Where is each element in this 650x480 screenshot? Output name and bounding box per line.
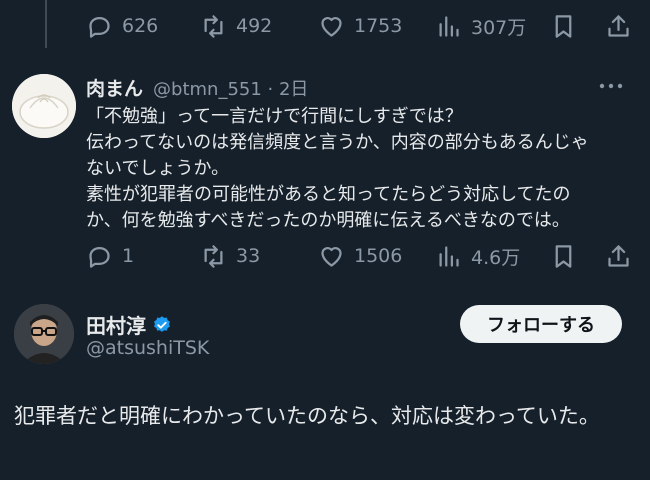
top-action-bar: 626 492 1753 307万 xyxy=(0,6,650,46)
more-options-icon[interactable] xyxy=(598,80,624,92)
share-icon xyxy=(608,244,629,267)
views-bar-chart-icon xyxy=(439,15,459,37)
bookmark-icon xyxy=(555,244,572,268)
reply-icon xyxy=(89,246,110,268)
reply-text-line: 素性が犯罪者の可能性があると知ってたらどう対応してたの xyxy=(86,184,571,205)
views-count: 307万 xyxy=(471,16,527,39)
share-action[interactable] xyxy=(605,6,632,46)
reply-text-line: 伝わってないのは発信頻度と言うか、内容の部分もあるんじゃ xyxy=(86,132,589,153)
avatar[interactable] xyxy=(12,74,76,138)
retweet-icon xyxy=(204,244,223,268)
retweet-icon xyxy=(204,14,223,38)
reply-tweet[interactable]: 肉まん @btmn_551 · 2日 「不勉強」って一言だけで行間にしすぎでは？… xyxy=(0,62,650,242)
like-count: 1506 xyxy=(354,245,403,267)
heart-icon xyxy=(321,246,342,267)
retweet-count: 492 xyxy=(236,15,273,37)
reply-icon xyxy=(89,16,110,38)
heart-icon xyxy=(321,16,342,37)
reply-text-line: か、何を勉強すべきだったのか明確に伝えるべきなのでは。 xyxy=(86,210,570,231)
reply-author-name[interactable]: 肉まん xyxy=(86,74,143,101)
reply-text-line: 「不勉強」って一言だけで行間にしすぎでは？ xyxy=(86,106,463,127)
share-action[interactable] xyxy=(605,236,632,276)
post-text: 犯罪者だと明確にわかっていたのなら、対応は変わっていた。 xyxy=(14,404,600,428)
views-action[interactable]: 4.6万 xyxy=(435,236,520,276)
bookmark-icon xyxy=(555,14,572,38)
author-name[interactable]: 田村淳 xyxy=(86,310,146,339)
share-icon xyxy=(608,14,629,37)
author-header: 田村淳 @atsushiTSK フォローする xyxy=(0,300,650,370)
author-name-row: 田村淳 xyxy=(86,310,172,339)
nikuman-bun-icon xyxy=(12,74,76,138)
views-bar-chart-icon xyxy=(439,245,459,267)
views-count: 4.6万 xyxy=(471,246,521,269)
follow-button[interactable]: フォローする xyxy=(460,305,622,343)
avatar[interactable] xyxy=(14,304,74,364)
person-with-glasses-icon xyxy=(14,304,74,364)
verified-badge-icon xyxy=(154,315,170,332)
like-action[interactable]: 1506 xyxy=(318,236,402,276)
reply-handle-time[interactable]: @btmn_551 · 2日 xyxy=(153,75,308,101)
bookmark-action[interactable] xyxy=(550,236,577,276)
reply-text: 「不勉強」って一言だけで行間にしすぎでは？ 伝わってないのは発信頻度と言うか、内… xyxy=(86,104,631,234)
reply-text-line: ないでしょうか。 xyxy=(86,158,230,179)
reply-header: 肉まん @btmn_551 · 2日 xyxy=(86,74,308,102)
retweet-action[interactable]: 33 xyxy=(200,236,260,276)
reply-count: 1 xyxy=(122,245,135,267)
reply-count: 626 xyxy=(122,15,159,37)
retweet-action[interactable]: 492 xyxy=(200,6,272,46)
retweet-count: 33 xyxy=(236,245,261,267)
views-action[interactable]: 307万 xyxy=(435,6,526,46)
author-handle[interactable]: @atsushiTSK xyxy=(86,337,209,359)
reply-action-bar: 1 33 1506 4.6万 xyxy=(0,236,650,276)
reply-action[interactable]: 626 xyxy=(86,6,158,46)
reply-action[interactable]: 1 xyxy=(86,236,134,276)
like-count: 1753 xyxy=(354,15,403,37)
bookmark-action[interactable] xyxy=(550,6,577,46)
like-action[interactable]: 1753 xyxy=(318,6,402,46)
